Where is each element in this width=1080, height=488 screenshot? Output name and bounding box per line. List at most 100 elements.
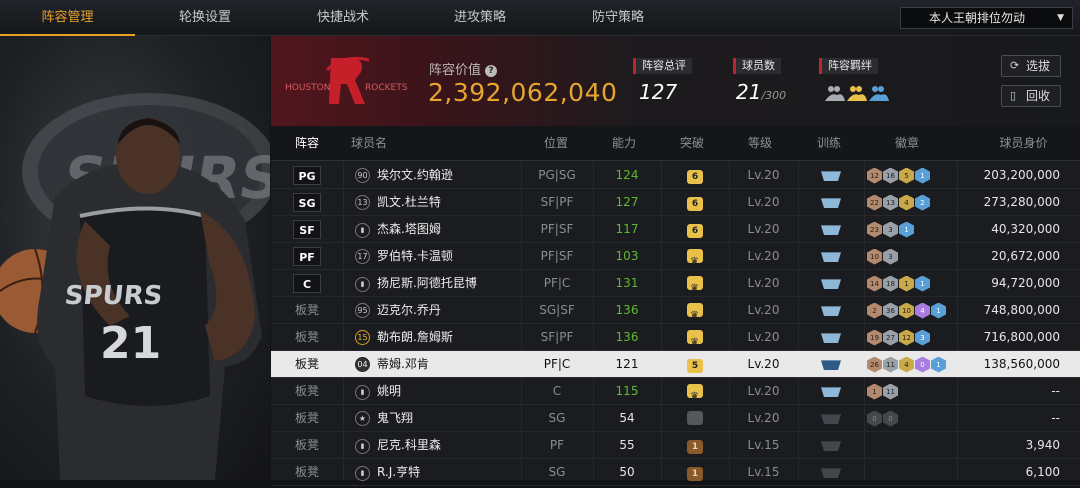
badge-hex-icon: 16 <box>883 167 898 184</box>
badge-hex-icon: 1 <box>915 275 930 292</box>
player-name: 迈克尔.乔丹 <box>377 303 441 317</box>
player-value: 748,800,000 <box>983 303 1060 317</box>
chevron-down-icon: ▼ <box>1057 13 1064 23</box>
breakthrough-cell <box>661 270 729 302</box>
tab-lineup[interactable]: 阵容管理 <box>0 0 135 36</box>
signal-bars-icon: ▮ <box>355 385 370 400</box>
training-cell <box>798 243 864 270</box>
table-header: 阵容 球员名 位置 能力 突破 等级 训练 徽章 球员身价 <box>271 126 1080 161</box>
lineup-slot: 板凳 <box>271 405 343 432</box>
badges-cell: 1 11 <box>867 378 957 405</box>
svg-text:ROCKETS: ROCKETS <box>365 83 408 93</box>
player-name: 扬尼斯.阿德托昆博 <box>377 276 477 290</box>
badges-cell: 12 16 5 1 <box>867 162 957 189</box>
player-level: Lv.20 <box>747 330 780 344</box>
badge-hex-icon: 4 <box>915 302 930 319</box>
badge-hex-icon: 18 <box>883 275 898 292</box>
breakthrough-badge: 6 <box>687 197 703 211</box>
breakthrough-cell: 6 <box>661 216 729 243</box>
player-position: PF|C <box>543 357 571 371</box>
training-cell <box>798 459 864 486</box>
table-row[interactable]: 板凳 ▮ 尼克.科里森 PF 55 1 Lv.15 3,940 <box>271 432 1080 459</box>
col-player-value: 球员身价 <box>999 136 1048 150</box>
player-name-cell: ▮ 尼克.科里森 <box>355 432 520 459</box>
breakthrough-cell <box>661 405 729 432</box>
position-badge: PF <box>293 247 321 266</box>
col-name: 球员名 <box>351 136 388 150</box>
bench-label: 板凳 <box>294 330 319 344</box>
player-name-cell: 13 凯文.杜兰特 <box>355 189 520 216</box>
training-cell <box>798 162 864 189</box>
table-row[interactable]: 板凳 ▮ R.J.亨特 SG 50 1 Lv.15 6,100 <box>271 459 1080 486</box>
player-name-cell: 95 迈克尔.乔丹 <box>355 297 520 324</box>
player-name-cell: ▮ 杰森.塔图姆 <box>355 216 520 243</box>
lineup-slot: 板凳 <box>271 297 343 324</box>
player-ability: 50 <box>619 465 635 479</box>
lineup-slot: PG <box>271 162 343 189</box>
player-ability: 136 <box>615 303 639 317</box>
badges-cell: 2 36 10 4 1 <box>867 297 957 324</box>
player-level: Lv.15 <box>747 465 780 479</box>
breakthrough-cell: 1 <box>661 459 729 486</box>
badge-hex-icon: 22 <box>867 194 882 211</box>
training-icon[interactable] <box>821 360 841 370</box>
badge-hex-icon: 1 <box>931 356 946 373</box>
jersey-number: 95 <box>355 303 370 318</box>
badge-hex-icon: 4 <box>899 356 914 373</box>
select-button[interactable]: ⟳ 选拔 <box>1001 55 1061 77</box>
position-badge: SG <box>293 193 321 212</box>
training-icon[interactable] <box>821 252 841 262</box>
badge-hex-icon: 14 <box>867 275 882 292</box>
training-icon[interactable] <box>821 279 841 289</box>
player-value: 40,320,000 <box>991 222 1060 236</box>
player-value: 273,280,000 <box>983 195 1060 209</box>
badges-cell: 23 3 1 <box>867 216 957 243</box>
badges-cell <box>867 432 957 459</box>
player-name: R.J.亨特 <box>377 465 421 479</box>
breakthrough-cell: 1 <box>661 432 729 459</box>
lineup-slot: PF <box>271 243 343 270</box>
jersey-number: 17 <box>355 249 370 264</box>
table-row[interactable]: C▮扬尼斯.阿德托昆博PF|C131Lv.2014181194,720,000 <box>271 270 1080 302</box>
table-row[interactable]: SG 13 凯文.杜兰特 SF|PF 127 6 Lv.20 22 13 4 2 273,280,00… <box>271 189 1080 216</box>
training-icon[interactable] <box>821 387 841 397</box>
training-icon[interactable] <box>821 225 841 235</box>
table-row[interactable]: 板凳 ★ 鬼飞翔 SG 54 Lv.20 0 0 -- <box>271 405 1080 432</box>
training-icon[interactable] <box>821 306 841 316</box>
player-position: PF <box>549 438 565 452</box>
badge-hex-icon: 0 <box>915 356 930 373</box>
chemistry-icons[interactable] <box>823 83 893 103</box>
table-row[interactable]: SF ▮ 杰森.塔图姆 PF|SF 117 6 Lv.20 23 3 1 40,320,000 <box>271 216 1080 243</box>
training-icon[interactable] <box>821 333 841 343</box>
training-icon[interactable] <box>821 171 841 181</box>
player-portrait-panel: SPURS SPURS 21 <box>0 36 270 480</box>
mode-dropdown[interactable]: 本人王朝排位勿动 ▼ <box>900 7 1073 29</box>
table-row[interactable]: 板凳 ▮ 姚明 C 115 Lv.20 111 -- <box>271 378 1080 410</box>
badge-hex-icon: 2 <box>915 194 930 211</box>
player-name-cell: 90 埃尔文.约翰逊 <box>355 162 520 189</box>
training-icon[interactable] <box>821 198 841 208</box>
lineup-slot: C <box>271 270 343 297</box>
tab-defense[interactable]: 防守策略 <box>553 0 683 36</box>
training-icon[interactable] <box>821 414 841 424</box>
tab-offense[interactable]: 进攻策略 <box>415 0 545 36</box>
table-row[interactable]: PF 17 罗伯特.卡温顿 PF|SF 103 Lv.20 103 20,672,000 <box>271 243 1080 275</box>
training-icon[interactable] <box>821 468 841 478</box>
help-icon[interactable]: ? <box>485 65 498 77</box>
col-breakthrough: 突破 <box>679 136 704 150</box>
breakthrough-badge: 6 <box>687 224 703 238</box>
recycle-button[interactable]: ▯ 回收 <box>1001 85 1061 107</box>
table-row[interactable]: PG 90 埃尔文.约翰逊 PG|SG 124 6 Lv.20 12 16 5 1 203,200,0… <box>271 162 1080 189</box>
tab-rotation[interactable]: 轮换设置 <box>140 0 270 36</box>
breakthrough-cell <box>661 243 729 275</box>
badge-hex-icon: 27 <box>883 329 898 346</box>
tab-quick-tactics[interactable]: 快捷战术 <box>278 0 408 36</box>
table-row[interactable]: 板凳95迈克尔.乔丹SG|SF136Lv.202361041748,800,00… <box>271 297 1080 329</box>
team-value-label: 阵容价值? <box>429 59 498 78</box>
table-row[interactable]: 板凳 04 蒂姆.邓肯 PF|C 121 5 Lv.20 26 11 4 0 1 138,560,000 <box>271 351 1080 378</box>
training-icon[interactable] <box>821 441 841 451</box>
chemistry-icon <box>825 86 845 101</box>
table-row[interactable]: 板凳 15 勒布朗.詹姆斯 SF|PF 136 Lv.20 1927123 716,800,0… <box>271 324 1080 356</box>
player-name-cell: ▮ R.J.亨特 <box>355 459 520 486</box>
player-position: PF|SF <box>540 222 574 236</box>
